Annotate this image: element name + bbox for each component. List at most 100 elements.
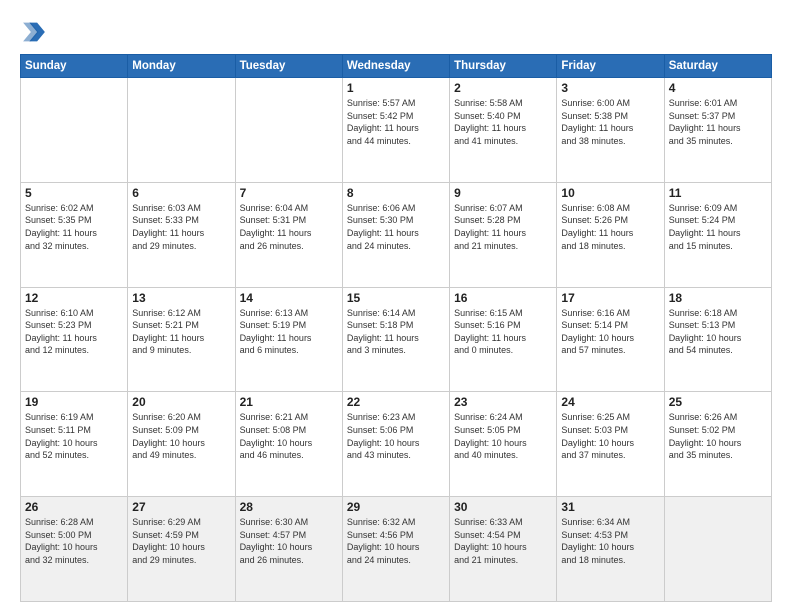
day-number: 1: [347, 81, 445, 95]
day-number: 14: [240, 291, 338, 305]
day-number: 24: [561, 395, 659, 409]
weekday-header-wednesday: Wednesday: [342, 55, 449, 78]
day-info: Sunrise: 6:06 AM Sunset: 5:30 PM Dayligh…: [347, 202, 445, 252]
day-number: 10: [561, 186, 659, 200]
day-number: 8: [347, 186, 445, 200]
calendar-cell: 4 Sunrise: 6:01 AM Sunset: 5:37 PM Daylig…: [664, 78, 771, 183]
day-info: Sunrise: 6:09 AM Sunset: 5:24 PM Dayligh…: [669, 202, 767, 252]
day-info: Sunrise: 6:24 AM Sunset: 5:05 PM Dayligh…: [454, 411, 552, 461]
generalblue-icon: [20, 18, 48, 46]
weekday-header-monday: Monday: [128, 55, 235, 78]
calendar-cell: 27 Sunrise: 6:29 AM Sunset: 4:59 PM Dayli…: [128, 497, 235, 602]
day-info: Sunrise: 6:19 AM Sunset: 5:11 PM Dayligh…: [25, 411, 123, 461]
calendar-cell: 26 Sunrise: 6:28 AM Sunset: 5:00 PM Dayli…: [21, 497, 128, 602]
calendar-cell: 15 Sunrise: 6:14 AM Sunset: 5:18 PM Dayli…: [342, 287, 449, 392]
weekday-header-row: SundayMondayTuesdayWednesdayThursdayFrid…: [21, 55, 772, 78]
day-info: Sunrise: 6:12 AM Sunset: 5:21 PM Dayligh…: [132, 307, 230, 357]
day-number: 30: [454, 500, 552, 514]
day-info: Sunrise: 6:13 AM Sunset: 5:19 PM Dayligh…: [240, 307, 338, 357]
day-number: 11: [669, 186, 767, 200]
week-row-4: 26 Sunrise: 6:28 AM Sunset: 5:00 PM Dayli…: [21, 497, 772, 602]
day-info: Sunrise: 6:15 AM Sunset: 5:16 PM Dayligh…: [454, 307, 552, 357]
day-number: 27: [132, 500, 230, 514]
day-info: Sunrise: 6:04 AM Sunset: 5:31 PM Dayligh…: [240, 202, 338, 252]
calendar-cell: 21Sunrise: 6:21 AM Sunset: 5:08 PM Dayli…: [235, 392, 342, 497]
calendar-cell: 16 Sunrise: 6:15 AM Sunset: 5:16 PM Dayli…: [450, 287, 557, 392]
day-info: Sunrise: 6:26 AM Sunset: 5:02 PM Dayligh…: [669, 411, 767, 461]
weekday-header-sunday: Sunday: [21, 55, 128, 78]
calendar-cell: [21, 78, 128, 183]
calendar-cell: 5 Sunrise: 6:02 AM Sunset: 5:35 PM Daylig…: [21, 182, 128, 287]
day-number: 15: [347, 291, 445, 305]
calendar-cell: 8 Sunrise: 6:06 AM Sunset: 5:30 PM Daylig…: [342, 182, 449, 287]
weekday-header-friday: Friday: [557, 55, 664, 78]
day-info: Sunrise: 6:28 AM Sunset: 5:00 PM Dayligh…: [25, 516, 123, 566]
day-number: 20: [132, 395, 230, 409]
calendar-cell: 7 Sunrise: 6:04 AM Sunset: 5:31 PM Daylig…: [235, 182, 342, 287]
weekday-header-tuesday: Tuesday: [235, 55, 342, 78]
calendar-cell: [664, 497, 771, 602]
day-info: Sunrise: 6:02 AM Sunset: 5:35 PM Dayligh…: [25, 202, 123, 252]
day-info: Sunrise: 6:34 AM Sunset: 4:53 PM Dayligh…: [561, 516, 659, 566]
calendar-cell: 20 Sunrise: 6:20 AM Sunset: 5:09 PM Dayli…: [128, 392, 235, 497]
day-info: Sunrise: 6:07 AM Sunset: 5:28 PM Dayligh…: [454, 202, 552, 252]
day-info: Sunrise: 6:20 AM Sunset: 5:09 PM Dayligh…: [132, 411, 230, 461]
day-number: 5: [25, 186, 123, 200]
calendar-cell: 30Sunrise: 6:33 AM Sunset: 4:54 PM Dayli…: [450, 497, 557, 602]
day-number: 25: [669, 395, 767, 409]
week-row-3: 19 Sunrise: 6:19 AM Sunset: 5:11 PM Dayli…: [21, 392, 772, 497]
day-info: Sunrise: 6:10 AM Sunset: 5:23 PM Dayligh…: [25, 307, 123, 357]
page: SundayMondayTuesdayWednesdayThursdayFrid…: [0, 0, 792, 612]
day-info: Sunrise: 6:14 AM Sunset: 5:18 PM Dayligh…: [347, 307, 445, 357]
day-info: Sunrise: 6:21 AM Sunset: 5:08 PM Dayligh…: [240, 411, 338, 461]
calendar-cell: 18Sunrise: 6:18 AM Sunset: 5:13 PM Dayli…: [664, 287, 771, 392]
calendar-cell: 1 Sunrise: 5:57 AM Sunset: 5:42 PM Daylig…: [342, 78, 449, 183]
day-number: 23: [454, 395, 552, 409]
calendar-cell: 28 Sunrise: 6:30 AM Sunset: 4:57 PM Dayli…: [235, 497, 342, 602]
calendar-cell: 10 Sunrise: 6:08 AM Sunset: 5:26 PM Dayli…: [557, 182, 664, 287]
day-number: 12: [25, 291, 123, 305]
weekday-header-saturday: Saturday: [664, 55, 771, 78]
calendar-cell: 3Sunrise: 6:00 AM Sunset: 5:38 PM Daylig…: [557, 78, 664, 183]
calendar-cell: [128, 78, 235, 183]
day-number: 17: [561, 291, 659, 305]
calendar-cell: 24Sunrise: 6:25 AM Sunset: 5:03 PM Dayli…: [557, 392, 664, 497]
calendar-cell: 22Sunrise: 6:23 AM Sunset: 5:06 PM Dayli…: [342, 392, 449, 497]
day-info: Sunrise: 6:16 AM Sunset: 5:14 PM Dayligh…: [561, 307, 659, 357]
day-number: 16: [454, 291, 552, 305]
calendar-cell: 17 Sunrise: 6:16 AM Sunset: 5:14 PM Dayli…: [557, 287, 664, 392]
calendar-cell: 14 Sunrise: 6:13 AM Sunset: 5:19 PM Dayli…: [235, 287, 342, 392]
day-number: 22: [347, 395, 445, 409]
day-number: 2: [454, 81, 552, 95]
day-info: Sunrise: 6:03 AM Sunset: 5:33 PM Dayligh…: [132, 202, 230, 252]
calendar-cell: 23 Sunrise: 6:24 AM Sunset: 5:05 PM Dayli…: [450, 392, 557, 497]
day-number: 4: [669, 81, 767, 95]
calendar-cell: 31 Sunrise: 6:34 AM Sunset: 4:53 PM Dayli…: [557, 497, 664, 602]
calendar-cell: 11 Sunrise: 6:09 AM Sunset: 5:24 PM Dayli…: [664, 182, 771, 287]
day-info: Sunrise: 6:08 AM Sunset: 5:26 PM Dayligh…: [561, 202, 659, 252]
day-info: Sunrise: 6:30 AM Sunset: 4:57 PM Dayligh…: [240, 516, 338, 566]
calendar: SundayMondayTuesdayWednesdayThursdayFrid…: [20, 54, 772, 602]
day-info: Sunrise: 6:29 AM Sunset: 4:59 PM Dayligh…: [132, 516, 230, 566]
day-number: 13: [132, 291, 230, 305]
day-number: 31: [561, 500, 659, 514]
day-info: Sunrise: 6:00 AM Sunset: 5:38 PM Dayligh…: [561, 97, 659, 147]
day-info: Sunrise: 5:57 AM Sunset: 5:42 PM Dayligh…: [347, 97, 445, 147]
day-number: 29: [347, 500, 445, 514]
day-number: 9: [454, 186, 552, 200]
day-number: 28: [240, 500, 338, 514]
calendar-cell: 9 Sunrise: 6:07 AM Sunset: 5:28 PM Daylig…: [450, 182, 557, 287]
header: [20, 18, 772, 46]
day-number: 6: [132, 186, 230, 200]
calendar-cell: 25 Sunrise: 6:26 AM Sunset: 5:02 PM Dayli…: [664, 392, 771, 497]
logo: [20, 18, 52, 46]
calendar-cell: 2 Sunrise: 5:58 AM Sunset: 5:40 PM Daylig…: [450, 78, 557, 183]
day-info: Sunrise: 6:01 AM Sunset: 5:37 PM Dayligh…: [669, 97, 767, 147]
day-number: 19: [25, 395, 123, 409]
day-number: 26: [25, 500, 123, 514]
day-info: Sunrise: 6:18 AM Sunset: 5:13 PM Dayligh…: [669, 307, 767, 357]
calendar-cell: 6 Sunrise: 6:03 AM Sunset: 5:33 PM Daylig…: [128, 182, 235, 287]
day-info: Sunrise: 5:58 AM Sunset: 5:40 PM Dayligh…: [454, 97, 552, 147]
day-info: Sunrise: 6:32 AM Sunset: 4:56 PM Dayligh…: [347, 516, 445, 566]
day-number: 7: [240, 186, 338, 200]
